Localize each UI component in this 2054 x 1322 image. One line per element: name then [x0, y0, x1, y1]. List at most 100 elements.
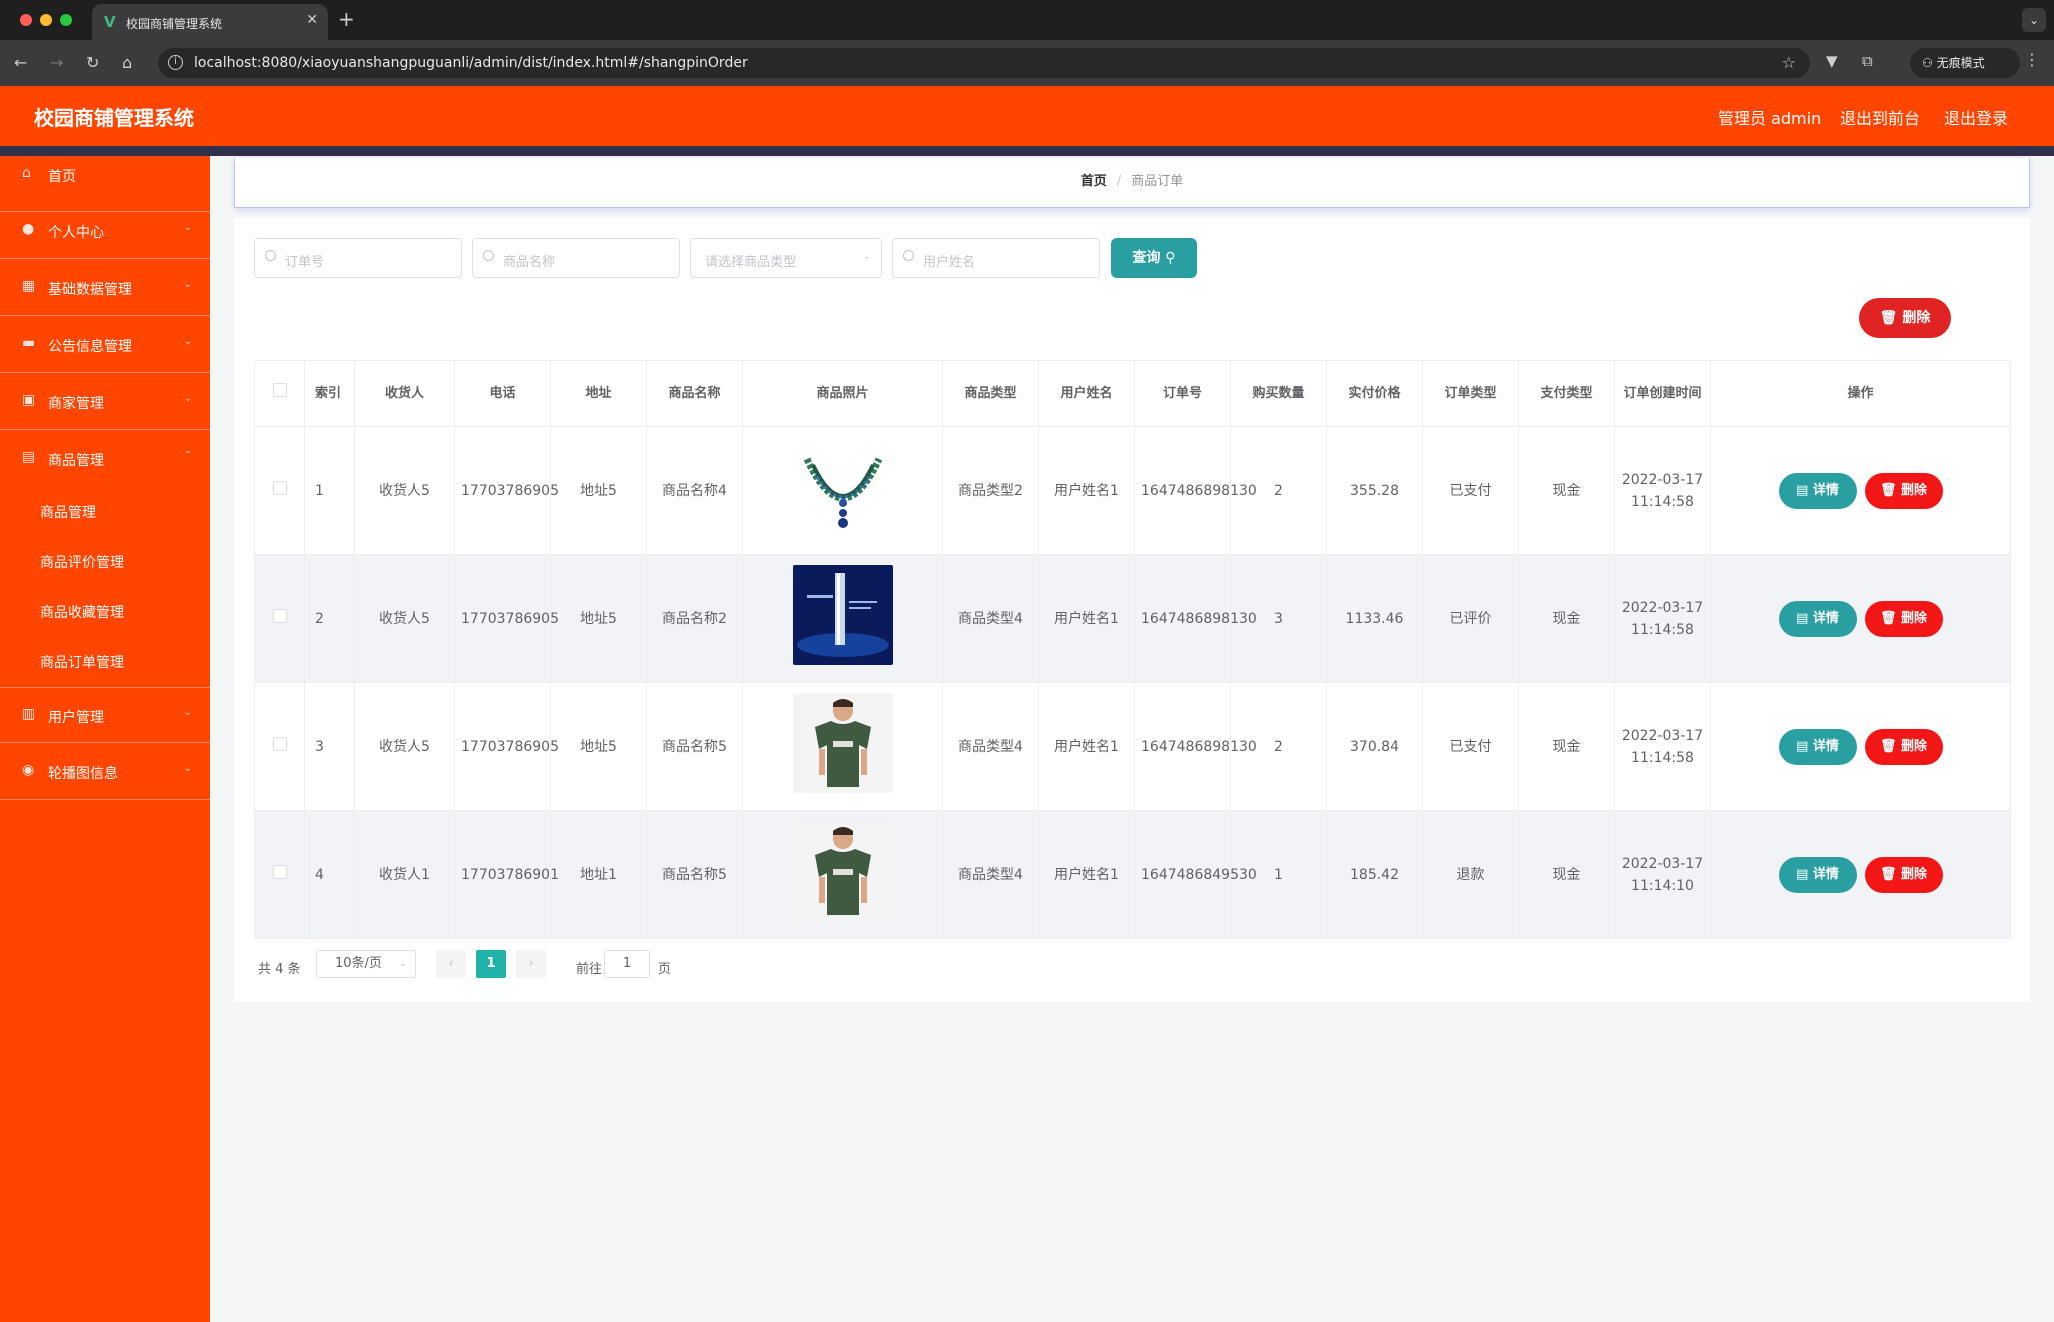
row-checkbox[interactable]	[272, 864, 287, 879]
close-tab-icon[interactable]: ✕	[306, 12, 318, 28]
bookmark-star-icon[interactable]: ☆	[1782, 53, 1796, 72]
user-icon: ●	[22, 221, 35, 237]
sidebar-item-merchant[interactable]: ▣ 商家管理 ⌄	[0, 374, 210, 430]
new-tab-icon[interactable]: +	[338, 7, 355, 31]
column-header: 商品照片	[742, 360, 943, 427]
order-no-placeholder: 订单号	[285, 255, 325, 270]
extension-v-icon[interactable]: ▼	[1826, 52, 1838, 70]
delete-button[interactable]: 🗑 删除	[1864, 728, 1943, 765]
row-checkbox[interactable]	[272, 736, 287, 751]
sidebar-item-notice[interactable]: ▬ 公告信息管理 ⌄	[0, 317, 210, 373]
tab-list-icon[interactable]: ⌄	[2022, 8, 2046, 32]
product-photo-blue-ad[interactable]	[792, 565, 893, 665]
sidebar-item-label: 用户管理	[48, 710, 104, 726]
cell-created: 2022-03-17 11:14:58	[1614, 426, 1711, 555]
video-icon: ▬	[22, 335, 36, 351]
cell-product-type: 商品类型4	[942, 810, 1039, 939]
detail-button[interactable]: ▤ 详情	[1778, 856, 1857, 893]
url-text: localhost:8080/xiaoyuanshangpuguanli/adm…	[194, 55, 748, 71]
cell-address: 地址5	[550, 682, 647, 811]
select-all-checkbox[interactable]	[272, 383, 287, 397]
product-name-input[interactable]: 商品名称	[472, 238, 680, 278]
cell-phone: 17703786901	[454, 810, 559, 939]
row-checkbox[interactable]	[272, 608, 287, 623]
sidebar-item-basic-data[interactable]: ▦ 基础数据管理 ⌄	[0, 260, 210, 316]
grid-icon: ▦	[22, 278, 36, 294]
product-type-select[interactable]: 请选择商品类型 ⌄	[690, 238, 882, 278]
goto-page-input[interactable]: 1	[604, 950, 650, 978]
prev-page-button[interactable]: ‹	[436, 950, 466, 978]
bulk-delete-label: 删除	[1902, 310, 1931, 326]
sidebar-item-carousel[interactable]: ◉ 轮播图信息 ⌄	[0, 744, 210, 800]
column-header: 地址	[550, 360, 647, 427]
order-no-input[interactable]: 订单号	[254, 238, 462, 278]
detail-label: 详情	[1812, 610, 1839, 626]
cell-pay-type: 现金	[1518, 554, 1615, 683]
next-page-button[interactable]: ›	[516, 950, 546, 978]
column-header: 收货人	[354, 360, 455, 427]
submenu-product-review[interactable]: 商品评价管理	[40, 552, 124, 572]
delete-button[interactable]: 🗑 删除	[1864, 600, 1943, 637]
breadcrumb-home[interactable]: 首页	[1081, 174, 1107, 189]
cell-user-name: 用户姓名1	[1038, 426, 1135, 555]
browser-menu-icon[interactable]: ⋮	[2024, 50, 2040, 69]
product-photo-tshirt[interactable]	[792, 821, 893, 921]
extensions-puzzle-icon[interactable]: ⧉	[1862, 52, 1873, 70]
product-photo-necklace[interactable]	[792, 437, 893, 537]
sidebar-item-product[interactable]: ▤ 商品管理 ⌃	[0, 431, 210, 487]
detail-button[interactable]: ▤ 详情	[1778, 472, 1857, 509]
cell-actions: ▤ 详情 🗑 删除	[1710, 426, 2011, 555]
sidebar-item-label: 商品管理	[48, 453, 104, 469]
cell-address: 地址5	[550, 426, 647, 555]
column-header: 用户姓名	[1038, 360, 1135, 427]
cell-created: 2022-03-17 11:14:10	[1614, 810, 1711, 939]
trash-icon: 🗑	[1879, 310, 1903, 326]
reload-icon[interactable]: ↻	[86, 53, 99, 72]
current-page[interactable]: 1	[476, 950, 506, 978]
column-header: 订单类型	[1422, 360, 1519, 427]
delete-button[interactable]: 🗑 删除	[1864, 472, 1943, 509]
close-window-button[interactable]	[20, 14, 32, 26]
submenu-product-order[interactable]: 商品订单管理	[40, 652, 124, 672]
app-title: 校园商铺管理系统	[34, 106, 194, 130]
cell-receiver: 收货人1	[354, 810, 455, 939]
sidebar-item-profile[interactable]: ● 个人中心 ⌄	[0, 203, 210, 259]
submenu-product-favorite[interactable]: 商品收藏管理	[40, 602, 124, 622]
bulk-delete-button[interactable]: 🗑 删除	[1859, 298, 1951, 338]
product-photo-tshirt[interactable]	[792, 693, 893, 793]
sidebar-item-label: 商家管理	[48, 396, 104, 412]
back-icon[interactable]: ←	[14, 53, 27, 72]
user-name-input[interactable]: 用户姓名	[892, 238, 1100, 278]
cell-pay-type: 现金	[1518, 810, 1615, 939]
logout-link[interactable]: 退出登录	[1944, 105, 2008, 129]
delete-button[interactable]: 🗑 删除	[1864, 856, 1943, 893]
cell-receiver: 收货人5	[354, 682, 455, 811]
page-size-select[interactable]: 10条/页 ⌄	[316, 950, 416, 978]
chevron-down-icon: ⌄	[183, 763, 192, 774]
home-browser-icon[interactable]: ⌂	[122, 53, 132, 72]
detail-button[interactable]: ▤ 详情	[1778, 728, 1857, 765]
row-checkbox[interactable]	[272, 480, 287, 495]
minimize-window-button[interactable]	[40, 14, 52, 26]
maximize-window-button[interactable]	[60, 14, 72, 26]
chevron-down-icon: ⌄	[398, 958, 407, 969]
column-header: 商品名称	[646, 360, 743, 427]
column-header: 订单创建时间	[1614, 360, 1711, 427]
pagination-total: 共 4 条	[258, 962, 301, 977]
site-info-icon[interactable]: i	[168, 55, 183, 70]
incognito-indicator[interactable]: ⚇ 无痕模式	[1910, 48, 2020, 78]
detail-button[interactable]: ▤ 详情	[1778, 600, 1857, 637]
forward-icon[interactable]: →	[50, 53, 63, 72]
home-icon: ⌂	[22, 165, 31, 181]
submenu-product-manage[interactable]: 商品管理	[40, 502, 96, 522]
document-icon: ▤	[1796, 482, 1813, 498]
sidebar-item-user[interactable]: ▥ 用户管理 ⌄	[0, 687, 210, 743]
back-to-front-link[interactable]: 退出到前台	[1840, 105, 1920, 129]
browser-toolbar: ← → ↻ ⌂ i localhost:8080/xiaoyuanshangpu…	[0, 40, 2054, 86]
browser-tab[interactable]: V 校园商铺管理系统 ✕	[92, 4, 328, 40]
cell-price: 370.84	[1326, 682, 1423, 811]
address-bar[interactable]: i localhost:8080/xiaoyuanshangpuguanli/a…	[158, 48, 1810, 78]
chevron-down-icon: ⌄	[183, 279, 192, 290]
search-button[interactable]: 查询 ⚲	[1111, 238, 1197, 278]
vue-logo-icon: V	[104, 13, 116, 31]
